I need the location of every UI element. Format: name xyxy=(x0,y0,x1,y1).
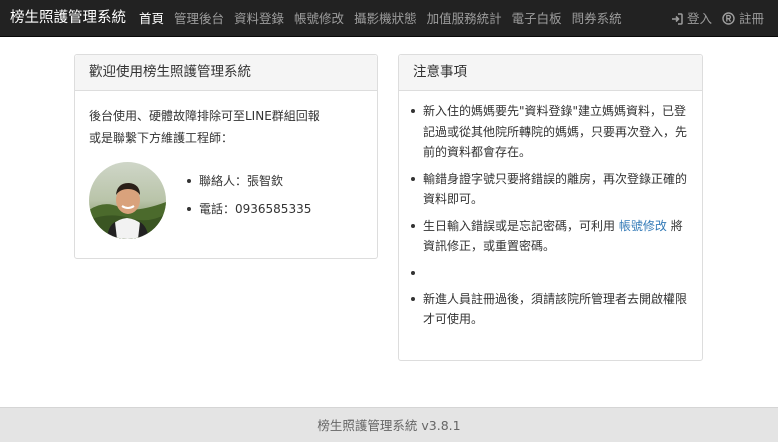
register-link[interactable]: 註冊 xyxy=(722,0,764,37)
account-edit-link[interactable]: 帳號修改 xyxy=(619,219,667,233)
nav-right-menu: 登入 註冊 xyxy=(661,0,764,37)
contact-list: 聯絡人：張智欽 電話：0936585335 xyxy=(185,172,311,228)
login-link[interactable]: 登入 xyxy=(671,0,712,37)
support-text-line2: 或是聯繫下方維護工程師： xyxy=(89,131,234,145)
nav-item-whiteboard[interactable]: 電子白板 xyxy=(507,0,567,37)
notice-item-5: 新進人員註冊過後，須請該院所管理者去開啟權限才可使用。 xyxy=(411,289,688,330)
notice-item-3-pre: 生日輸入錯誤或是忘記密碼，可利用 xyxy=(423,218,616,233)
engineer-avatar xyxy=(89,162,166,239)
brand-title[interactable]: 榜生照護管理系統 xyxy=(10,0,126,37)
nav-item-survey[interactable]: 問券系統 xyxy=(567,0,627,37)
nav-item-account-edit[interactable]: 帳號修改 xyxy=(289,0,349,37)
nav-item-service-stats[interactable]: 加值服務統計 xyxy=(422,0,507,37)
notice-item-1: 新入住的媽媽要先"資料登錄"建立媽媽資料，已登記過或從其他院所轉院的媽媽，只要再… xyxy=(411,101,688,163)
notice-item-2: 輸錯身證字號只要將錯誤的離房，再次登錄正確的資料即可。 xyxy=(411,169,688,210)
welcome-panel-title: 歡迎使用榜生照護管理系統 xyxy=(75,55,377,91)
sign-in-icon xyxy=(671,12,683,25)
support-text-line1: 後台使用、硬體故障排除可至LINE群組回報 xyxy=(89,109,320,123)
nav-item-home[interactable]: 首頁 xyxy=(134,0,169,37)
nav-item-admin[interactable]: 管理後台 xyxy=(169,0,229,37)
nav-item-camera-status[interactable]: 攝影機狀態 xyxy=(349,0,422,37)
welcome-panel: 歡迎使用榜生照護管理系統 後台使用、硬體故障排除可至LINE群組回報 或是聯繫下… xyxy=(74,54,378,259)
footer-version-text: 榜生照護管理系統 v3.8.1 xyxy=(317,418,461,433)
nav-menu: 首頁 管理後台 資料登錄 帳號修改 攝影機狀態 加值服務統計 電子白板 問券系統 xyxy=(134,0,627,37)
notice-item-3: 生日輸入錯誤或是忘記密碼，可利用 帳號修改 將資訊修正，或重置密碼。 xyxy=(411,216,688,257)
contact-phone: 電話：0936585335 xyxy=(185,200,311,228)
welcome-panel-body: 後台使用、硬體故障排除可至LINE群組回報 或是聯繫下方維護工程師： xyxy=(75,91,377,163)
nav-item-data-entry[interactable]: 資料登錄 xyxy=(229,0,289,37)
notice-panel-title: 注意事項 xyxy=(399,55,702,91)
registered-icon xyxy=(722,12,735,25)
footer: 榜生照護管理系統 v3.8.1 xyxy=(0,407,778,442)
login-label: 登入 xyxy=(686,11,712,26)
contact-name: 聯絡人：張智欽 xyxy=(185,172,311,200)
notice-list: 新入住的媽媽要先"資料登錄"建立媽媽資料，已登記過或從其他院所轉院的媽媽，只要再… xyxy=(399,91,702,330)
register-label: 註冊 xyxy=(738,11,764,26)
notice-item-4 xyxy=(411,263,688,283)
notice-panel: 注意事項 新入住的媽媽要先"資料登錄"建立媽媽資料，已登記過或從其他院所轉院的媽… xyxy=(398,54,703,361)
top-navbar: 榜生照護管理系統 首頁 管理後台 資料登錄 帳號修改 攝影機狀態 加值服務統計 … xyxy=(0,0,778,37)
